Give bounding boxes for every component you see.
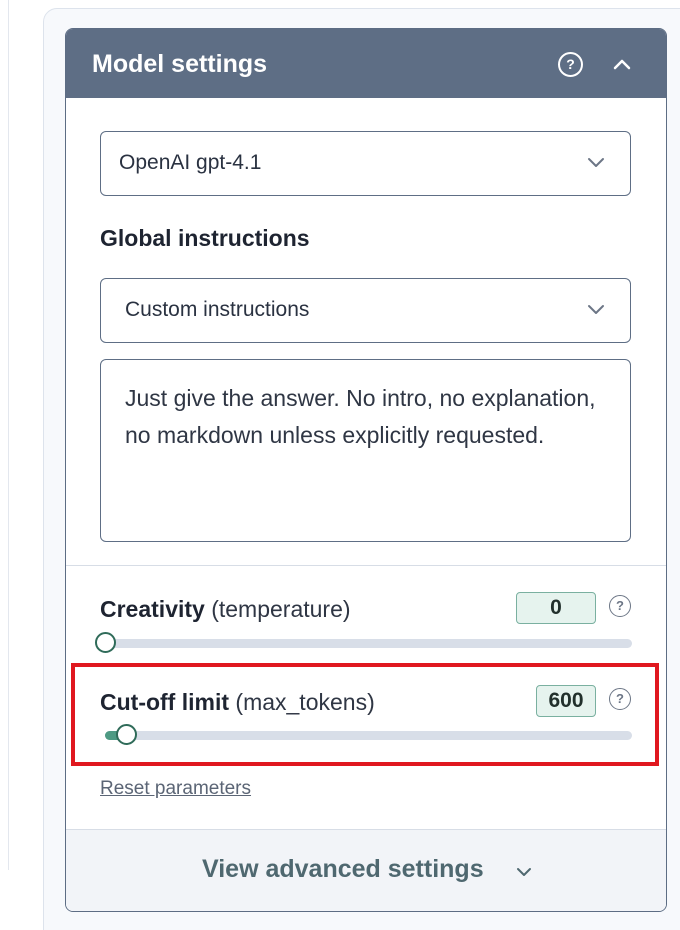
creativity-label-light: (temperature) — [211, 596, 351, 622]
view-advanced-settings-button[interactable]: View advanced settings — [66, 830, 666, 911]
creativity-label-strong: Creativity — [100, 596, 205, 622]
help-icon[interactable]: ? — [558, 52, 583, 77]
help-icon[interactable]: ? — [609, 595, 631, 617]
chevron-down-icon — [588, 158, 604, 167]
chevron-down-icon — [588, 305, 604, 314]
creativity-value-input[interactable]: 0 — [516, 592, 596, 624]
creativity-label: Creativity (temperature) — [100, 596, 351, 623]
model-select[interactable]: OpenAI gpt-4.1 — [100, 131, 631, 196]
model-settings-panel: Model settings ? OpenAI gpt-4.1 Global i… — [65, 28, 667, 912]
panel-title: Model settings — [92, 50, 268, 78]
chevron-up-icon[interactable] — [611, 53, 633, 75]
reset-parameters-link[interactable]: Reset parameters — [100, 778, 251, 800]
creativity-slider-thumb[interactable] — [95, 632, 116, 653]
panel-header[interactable]: Model settings ? — [66, 29, 666, 98]
creativity-slider[interactable] — [95, 632, 632, 653]
global-instructions-label: Global instructions — [100, 225, 310, 251]
chevron-down-icon — [517, 868, 531, 876]
instructions-select-value: Custom instructions — [125, 298, 310, 321]
highlight-annotation — [71, 663, 659, 766]
instructions-select[interactable]: Custom instructions — [100, 278, 631, 343]
advanced-settings-label: View advanced settings — [202, 855, 484, 883]
left-divider — [8, 0, 9, 870]
instructions-textarea[interactable]: Just give the answer. No intro, no expla… — [100, 359, 631, 542]
model-select-value: OpenAI gpt-4.1 — [119, 151, 262, 174]
divider — [66, 565, 666, 566]
page: Model settings ? OpenAI gpt-4.1 Global i… — [0, 0, 680, 930]
